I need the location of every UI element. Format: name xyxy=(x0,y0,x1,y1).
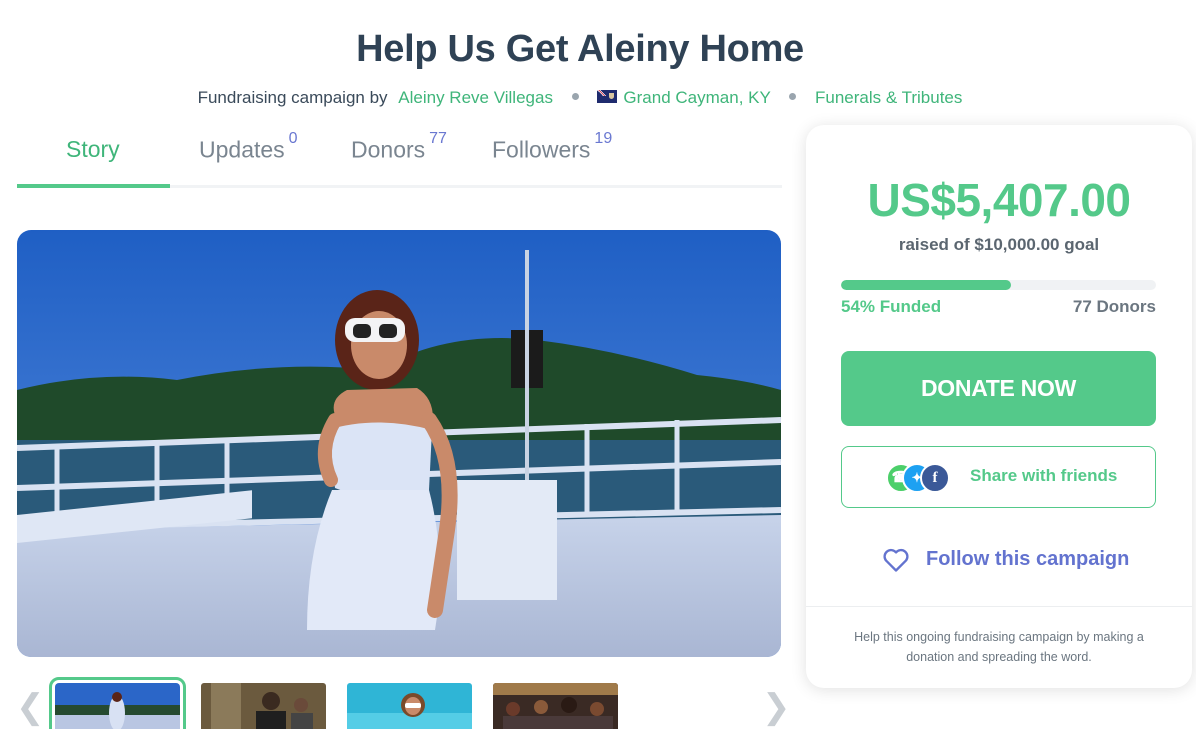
funded-percent: 54% Funded xyxy=(841,297,942,316)
tab-updates-count: 0 xyxy=(288,130,298,147)
thumbnail-image xyxy=(493,683,618,729)
donor-count[interactable]: 77 Donors xyxy=(1073,297,1156,317)
heart-icon xyxy=(883,548,909,572)
tab-story-label: Story xyxy=(66,136,120,162)
location-link[interactable]: Grand Cayman, KY xyxy=(623,88,770,107)
campaign-main-photo[interactable] xyxy=(17,230,781,657)
thumbnail-image xyxy=(347,683,472,729)
donate-now-button[interactable]: DONATE NOW xyxy=(841,351,1156,426)
byline-prefix: Fundraising campaign by xyxy=(197,88,388,107)
chevron-left-icon[interactable]: ❮ xyxy=(16,690,45,724)
raised-amount: US$5,407.00 xyxy=(867,174,1131,226)
donation-card: US$5,407.00 raised of $10,000.00 goal 54… xyxy=(806,125,1192,688)
active-tab-indicator xyxy=(17,184,170,188)
tab-followers[interactable]: Followers 19 xyxy=(492,130,612,164)
share-with-friends-button[interactable]: ☎ ✦ f Share with friends xyxy=(841,446,1156,508)
tab-followers-count: 19 xyxy=(594,130,613,147)
organizer-link[interactable]: Aleiny Reve Villegas xyxy=(398,88,553,107)
tab-story[interactable]: Story xyxy=(66,136,120,163)
facebook-icon: f xyxy=(920,463,950,493)
card-divider xyxy=(806,606,1192,607)
tab-followers-label: Followers xyxy=(492,136,591,163)
chevron-right-icon[interactable]: ❯ xyxy=(762,690,791,724)
campaign-title: Help Us Get Aleiny Home xyxy=(356,28,804,70)
gallery-thumbnail[interactable] xyxy=(493,683,618,729)
thumbnail-image xyxy=(201,683,326,729)
funding-progress-bar xyxy=(841,280,1156,290)
campaign-help-note: Help this ongoing fundraising campaign b… xyxy=(854,630,1144,664)
separator-dot xyxy=(571,93,579,101)
tab-donors[interactable]: Donors 77 xyxy=(351,130,447,164)
gallery-thumbnail[interactable] xyxy=(347,683,472,729)
thumbnail-image xyxy=(55,683,180,729)
share-label: Share with friends xyxy=(970,466,1118,485)
goal-text: raised of $10,000.00 goal xyxy=(898,235,1100,254)
tab-updates[interactable]: Updates 0 xyxy=(199,130,298,164)
gallery-thumbnail[interactable] xyxy=(201,683,326,729)
follow-label: Follow this campaign xyxy=(926,548,1130,570)
tab-updates-label: Updates xyxy=(199,136,285,163)
flag-cayman-icon xyxy=(597,90,618,104)
category-link[interactable]: Funerals & Tributes xyxy=(815,88,962,107)
gallery-thumbnails: ❮ ❯ xyxy=(0,676,791,729)
campaign-byline: Fundraising campaign by Aleiny Reve Vill… xyxy=(0,88,1160,108)
separator-dot xyxy=(789,93,797,101)
share-icons: ☎ ✦ f xyxy=(886,461,956,495)
campaign-tabs: Story Updates 0 Donors 77 Followers 19 xyxy=(17,128,782,188)
tab-donors-count: 77 xyxy=(429,130,447,147)
gallery-thumbnail[interactable] xyxy=(49,677,186,729)
funding-progress-fill xyxy=(841,280,1012,290)
boat-deck-photo xyxy=(17,230,781,657)
tab-donors-label: Donors xyxy=(351,136,426,163)
